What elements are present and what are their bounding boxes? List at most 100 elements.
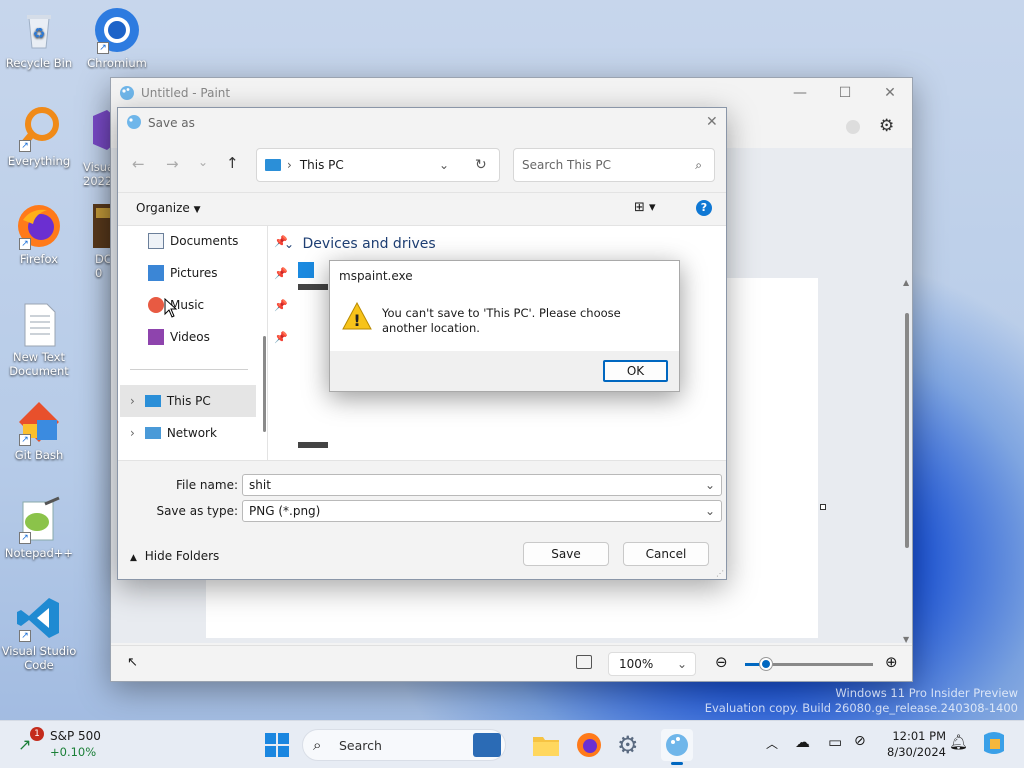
- help-icon[interactable]: ?: [696, 200, 712, 216]
- zoom-dropdown[interactable]: 100% ⌄: [608, 652, 696, 676]
- network-status-icon[interactable]: ⊘: [854, 733, 866, 749]
- drive-item[interactable]: [298, 442, 328, 452]
- taskbar-search-box[interactable]: ⌕ Search: [302, 729, 506, 761]
- back-arrow-icon[interactable]: ←: [132, 155, 145, 173]
- organize-menu[interactable]: Organize ▼: [136, 201, 201, 215]
- devices-section-header[interactable]: ⌄ Devices and drives: [284, 236, 436, 252]
- clock[interactable]: 12:01 PM 8/30/2024: [880, 728, 946, 760]
- file-name-label: File name:: [176, 478, 238, 492]
- notification-badge: 1: [30, 727, 44, 741]
- notification-bell-icon[interactable]: 🔔︎: [949, 733, 968, 751]
- everything-search-icon: ↗: [15, 104, 63, 152]
- search-highlight-icon: [473, 733, 501, 757]
- desktop-icon-vscode[interactable]: ↗ Visual Studio Code: [1, 594, 77, 672]
- view-options-icon[interactable]: ⊞ ▾: [634, 200, 656, 215]
- expand-chevron-icon[interactable]: ›: [130, 426, 135, 440]
- hide-folders-toggle[interactable]: ▲ Hide Folders: [130, 549, 219, 563]
- vertical-scrollbar[interactable]: ▲ ▼: [903, 278, 911, 644]
- copilot-button[interactable]: [980, 729, 1012, 761]
- desktop-icon-firefox[interactable]: ↗ Firefox: [1, 202, 77, 266]
- drive-item[interactable]: [298, 262, 328, 298]
- paint-app-icon: [119, 85, 135, 101]
- chevron-down-icon[interactable]: ⌄: [705, 475, 715, 495]
- evaluation-watermark-line1: Windows 11 Pro Insider Preview: [835, 686, 1018, 700]
- search-input[interactable]: Search This PC: [522, 158, 611, 172]
- file-name-value: shit: [249, 478, 271, 492]
- caret-up-icon: ▲: [130, 553, 137, 563]
- desktop-icon-new-text-document[interactable]: New Text Document: [1, 300, 77, 378]
- address-bar[interactable]: › This PC ⌄ ↻: [256, 148, 500, 182]
- recent-locations-chevron-icon[interactable]: ⌄: [198, 155, 208, 169]
- desktop-icon-label: Notepad++: [4, 546, 74, 560]
- zoom-value: 100%: [619, 657, 654, 671]
- account-icon[interactable]: [846, 120, 860, 134]
- maximize-button[interactable]: ☐: [830, 82, 860, 104]
- firefox-taskbar-button[interactable]: [573, 729, 605, 761]
- save-type-value: PNG (*.png): [249, 504, 321, 518]
- zoom-slider-thumb[interactable]: [760, 658, 772, 670]
- pictures-icon: [148, 265, 164, 281]
- zoom-out-icon[interactable]: ⊖: [715, 653, 728, 671]
- evaluation-watermark-line2: Evaluation copy. Build 26080.ge_release.…: [704, 701, 1018, 715]
- gear-icon: ⚙: [617, 731, 639, 759]
- file-name-field[interactable]: shit ⌄: [242, 474, 722, 496]
- cancel-button[interactable]: Cancel: [623, 542, 709, 566]
- up-arrow-icon[interactable]: ↑: [226, 154, 239, 172]
- nav-item-network[interactable]: › Network: [120, 417, 256, 449]
- save-type-select[interactable]: PNG (*.png) ⌄: [242, 500, 722, 522]
- resize-grip-icon[interactable]: ⋰: [716, 569, 724, 578]
- nav-item-videos[interactable]: Videos 📌: [148, 323, 288, 351]
- search-box[interactable]: Search This PC ⌕: [513, 148, 715, 182]
- nav-item-pictures[interactable]: Pictures 📌: [148, 259, 288, 287]
- minimize-button[interactable]: —: [785, 82, 815, 104]
- save-button[interactable]: Save: [523, 542, 609, 566]
- clock-time: 12:01 PM: [892, 729, 946, 743]
- zoom-slider[interactable]: [745, 658, 873, 670]
- forward-arrow-icon[interactable]: →: [166, 155, 179, 173]
- settings-taskbar-button[interactable]: ⚙: [617, 729, 649, 761]
- expand-chevron-icon[interactable]: ›: [130, 394, 135, 408]
- settings-gear-icon[interactable]: ⚙: [879, 116, 894, 136]
- canvas-resize-handle[interactable]: [820, 504, 826, 510]
- videos-icon: [148, 329, 164, 345]
- ok-button[interactable]: OK: [603, 360, 668, 382]
- documents-icon: [148, 233, 164, 249]
- display-icon[interactable]: ▭: [828, 733, 842, 751]
- desktop-icon-chromium[interactable]: ↗ Chromium: [79, 6, 155, 70]
- widget-title: S&P 500: [50, 729, 101, 743]
- chevron-down-icon[interactable]: ⌄: [705, 501, 715, 521]
- nav-item-documents[interactable]: Documents 📌: [148, 227, 288, 255]
- desktop-icon-git-bash[interactable]: ↗ Git Bash: [1, 398, 77, 462]
- widgets-button[interactable]: ↗ 1 S&P 500 +0.10%: [16, 727, 116, 763]
- dialog-title: Save as: [148, 116, 195, 130]
- shortcut-arrow-icon: ↗: [19, 532, 31, 544]
- close-icon[interactable]: ✕: [706, 114, 718, 130]
- warning-icon: !: [342, 301, 372, 333]
- scrollbar-thumb[interactable]: [905, 313, 909, 548]
- fit-to-window-icon[interactable]: [576, 655, 592, 669]
- start-button[interactable]: [261, 729, 293, 761]
- search-icon: ⌕: [313, 736, 322, 754]
- save-type-label: Save as type:: [156, 504, 238, 518]
- paint-taskbar-button[interactable]: [661, 729, 693, 765]
- section-header-label: Devices and drives: [302, 236, 436, 252]
- nav-item-this-pc[interactable]: › This PC: [120, 385, 256, 417]
- refresh-icon[interactable]: ↻: [475, 157, 487, 173]
- close-button[interactable]: ✕: [875, 82, 905, 104]
- onedrive-offline-icon[interactable]: ☁: [795, 733, 810, 751]
- file-explorer-button[interactable]: [530, 729, 562, 761]
- breadcrumb-separator-icon: ›: [287, 158, 292, 172]
- desktop-icon-recycle-bin[interactable]: ♻ Recycle Bin: [1, 6, 77, 70]
- desktop-icon-notepad-plus-plus[interactable]: ↗ Notepad++: [1, 496, 77, 560]
- nav-pane-scrollbar[interactable]: [263, 336, 266, 432]
- paint-title: Untitled - Paint: [141, 86, 231, 100]
- address-dropdown-chevron-icon[interactable]: ⌄: [439, 158, 449, 172]
- scroll-down-arrow-icon[interactable]: ▼: [903, 635, 909, 644]
- taskbar: ↗ 1 S&P 500 +0.10% ⌕ Search ⚙ ︿ ☁ ▭ ⊘ 12…: [0, 720, 1024, 768]
- pin-icon: 📌: [274, 330, 288, 344]
- scroll-up-arrow-icon[interactable]: ▲: [903, 278, 911, 287]
- desktop-icon-everything[interactable]: ↗ Everything: [1, 104, 77, 168]
- show-hidden-icons-chevron-icon[interactable]: ︿: [766, 735, 778, 752]
- zoom-in-icon[interactable]: ⊕: [885, 653, 898, 671]
- nav-item-label: Network: [166, 426, 217, 440]
